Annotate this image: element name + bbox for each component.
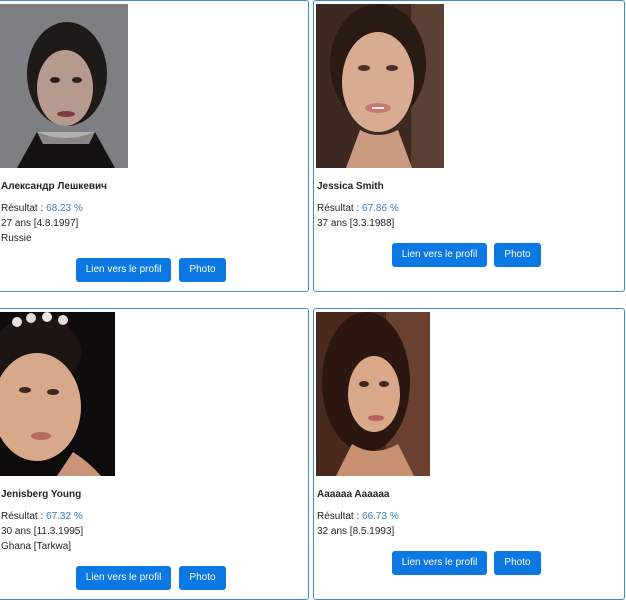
age-text: 27 ans [4.8.1997] [1, 218, 79, 229]
profile-link-button[interactable]: Lien vers le profil [76, 258, 171, 282]
photo-button[interactable]: Photo [179, 566, 226, 590]
results-grid: Александр Лешкевич Résultat : 68.23 % 27… [0, 0, 626, 600]
result-label: Résultat : [1, 511, 47, 522]
profile-link-button[interactable]: Lien vers le profil [392, 243, 487, 267]
age-text: 30 ans [11.3.1995] [1, 526, 84, 537]
profile-photo [0, 312, 115, 476]
result-line: Résultat : 66.73 % [317, 511, 399, 522]
profile-card: Jessica Smith Résultat : 67.86 % 37 ans … [313, 0, 625, 292]
location-text: Ghana [Tarkwa] [1, 541, 72, 552]
profile-card: Aaaaaa Aaaaaa Résultat : 66.73 % 32 ans … [313, 308, 625, 600]
profile-photo [0, 4, 128, 168]
profile-name: Александр Лешкевич [1, 181, 107, 192]
profile-card: Александр Лешкевич Résultat : 68.23 % 27… [0, 0, 309, 292]
result-score: 66.73 % [362, 511, 399, 522]
age-text: 32 ans [8.5.1993] [317, 526, 395, 537]
result-line: Résultat : 67.86 % [317, 203, 399, 214]
result-score: 68.23 % [46, 203, 83, 214]
result-score: 67.86 % [362, 203, 399, 214]
profile-photo [316, 312, 430, 476]
photo-button[interactable]: Photo [179, 258, 226, 282]
result-score: 67.32 % [46, 511, 83, 522]
profile-link-button[interactable]: Lien vers le profil [392, 551, 487, 575]
age-text: 37 ans [3.3.1988] [317, 218, 395, 229]
result-label: Résultat : [317, 511, 363, 522]
profile-name: Jessica Smith [317, 181, 384, 192]
result-label: Résultat : [317, 203, 363, 214]
result-line: Résultat : 68.23 % [1, 203, 83, 214]
location-text: Russie [1, 233, 32, 244]
result-line: Résultat : 67.32 % [1, 511, 83, 522]
profile-link-button[interactable]: Lien vers le profil [76, 566, 171, 590]
profile-name: Jenisberg Young [1, 489, 82, 500]
profile-name: Aaaaaa Aaaaaa [317, 489, 390, 500]
photo-button[interactable]: Photo [494, 243, 541, 267]
result-label: Résultat : [1, 203, 47, 214]
profile-photo [316, 4, 444, 168]
photo-button[interactable]: Photo [494, 551, 541, 575]
profile-card: Jenisberg Young Résultat : 67.32 % 30 an… [0, 308, 309, 600]
